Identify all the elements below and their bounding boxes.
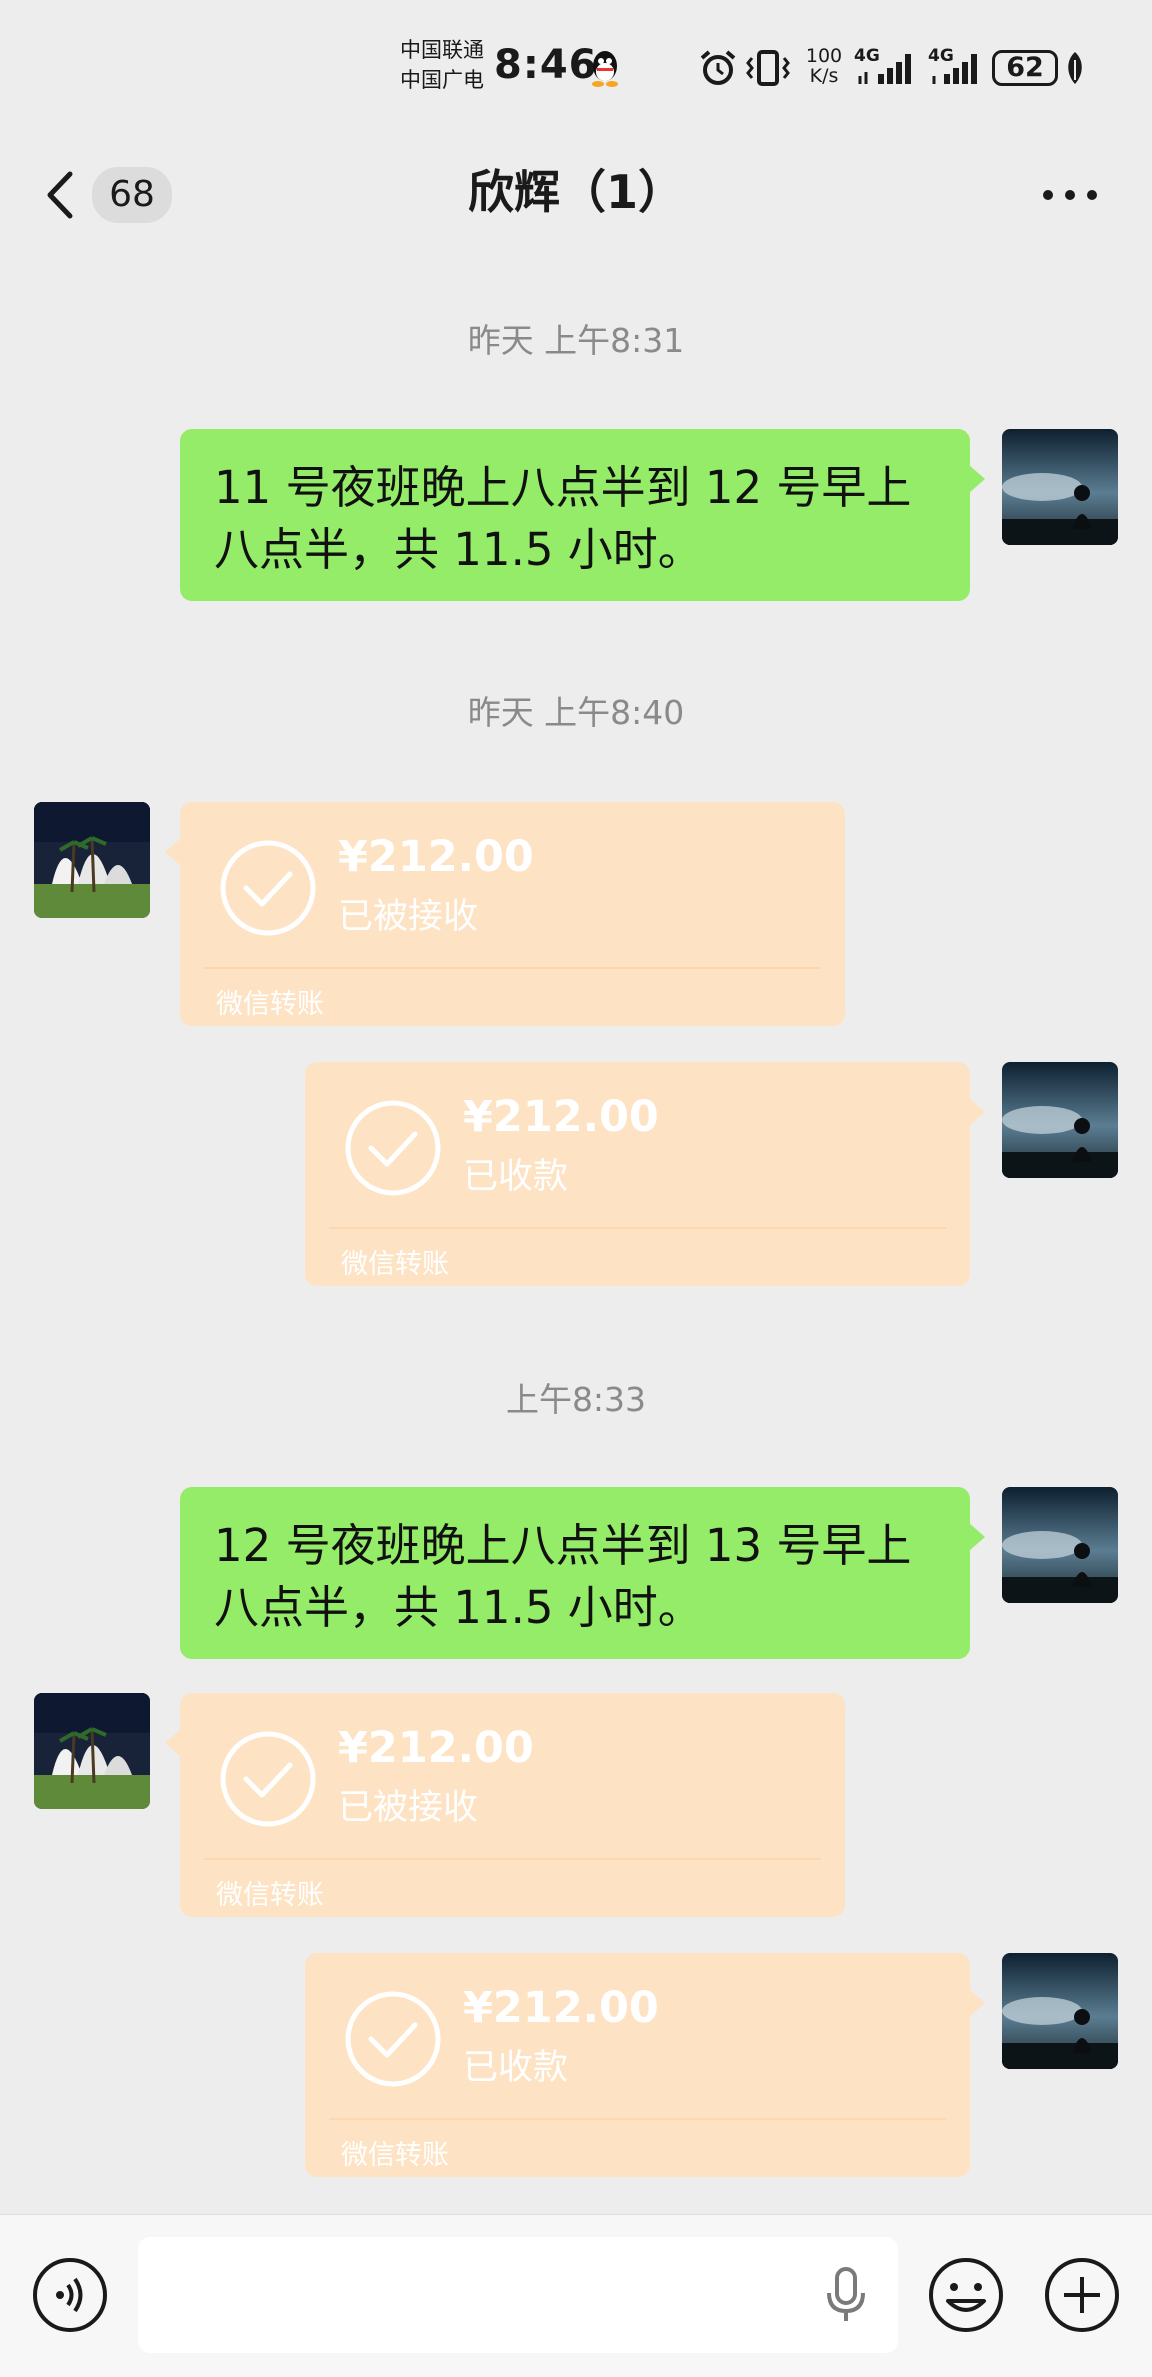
check-circle-icon [343, 1098, 443, 1198]
more-functions-button[interactable] [1042, 2255, 1122, 2335]
voice-icon [33, 2258, 107, 2332]
transfer-status: 已收款 [463, 1157, 569, 1197]
transfer-label: 微信转账 [341, 1249, 449, 1280]
unread-count-badge: 68 [92, 167, 172, 223]
outgoing-text-message[interactable]: 11 号夜班晚上八点半到 12 号早上八点半，共 11.5 小时。 [180, 429, 985, 601]
input-bar [0, 2214, 1152, 2377]
transfer-card[interactable]: ¥212.00 已被接收 微信转账 [165, 1693, 845, 1917]
transfer-card[interactable]: ¥212.00 已收款 微信转账 [305, 1062, 985, 1286]
timestamp: 昨天 上午8:40 [467, 693, 685, 732]
timestamp: 昨天 上午8:31 [467, 321, 685, 360]
emoji-icon [929, 2258, 1003, 2332]
transfer-card[interactable]: ¥212.00 已被接收 微信转账 [165, 802, 845, 1026]
self-avatar[interactable] [1002, 1487, 1118, 1603]
emoji-button[interactable] [926, 2255, 1006, 2335]
transfer-amount: ¥212.00 [338, 1723, 534, 1773]
check-circle-icon [218, 838, 318, 938]
transfer-label: 微信转账 [341, 2140, 449, 2171]
contact-avatar[interactable] [34, 802, 150, 918]
transfer-amount: ¥212.00 [338, 832, 534, 882]
chat-header: 68 欣辉（1） [0, 130, 1152, 260]
back-arrow-icon [44, 170, 74, 220]
message-input[interactable] [138, 2237, 898, 2353]
divider [204, 1858, 821, 1860]
check-circle-icon [343, 1989, 443, 2089]
qq-icon [588, 48, 622, 88]
status-bar: 中国联通 中国广电 8:46 100 K/s 4G 4G 62 [0, 0, 1152, 130]
self-avatar[interactable] [1002, 1953, 1118, 2069]
carrier-line-2: 中国广电 [400, 68, 484, 92]
alarm-icon [698, 48, 738, 88]
divider [204, 967, 821, 969]
signal-icon-1 [856, 50, 918, 86]
divider [329, 2118, 946, 2120]
vibrate-icon [744, 48, 792, 88]
divider [329, 1227, 946, 1229]
plus-icon [1045, 2258, 1119, 2332]
contact-avatar[interactable] [34, 1693, 150, 1809]
status-time: 8:46 [494, 42, 598, 88]
transfer-amount: ¥212.00 [463, 1092, 659, 1142]
transfer-amount: ¥212.00 [463, 1983, 659, 2033]
microphone-icon[interactable] [824, 2267, 868, 2323]
network-speed: 100 K/s [802, 46, 846, 86]
net-speed-unit: K/s [809, 65, 839, 87]
back-button[interactable]: 68 [40, 160, 180, 230]
transfer-status: 已被接收 [338, 1788, 479, 1828]
transfer-status: 已收款 [463, 2048, 569, 2088]
transfer-card[interactable]: ¥212.00 已收款 微信转账 [305, 1953, 985, 2177]
self-avatar[interactable] [1002, 1062, 1118, 1178]
transfer-label: 微信转账 [216, 989, 324, 1020]
carrier-line-1: 中国联通 [400, 38, 484, 62]
chat-title: 欣辉（1） [467, 165, 684, 219]
battery-saver-leaf-icon [1064, 50, 1086, 86]
more-options-button[interactable] [1040, 170, 1100, 220]
transfer-label: 微信转账 [216, 1880, 324, 1911]
net-speed-value: 100 [805, 45, 843, 67]
voice-toggle-button[interactable] [30, 2255, 110, 2335]
self-avatar[interactable] [1002, 429, 1118, 545]
timestamp: 上午8:33 [505, 1380, 647, 1419]
outgoing-text-message[interactable]: 12 号夜班晚上八点半到 13 号早上八点半，共 11.5 小时。 [180, 1487, 985, 1659]
check-circle-icon [218, 1729, 318, 1829]
signal-icon-2 [930, 50, 982, 86]
battery-indicator: 62 [992, 50, 1058, 86]
transfer-status: 已被接收 [338, 897, 479, 937]
more-dots-icon [1043, 190, 1097, 200]
